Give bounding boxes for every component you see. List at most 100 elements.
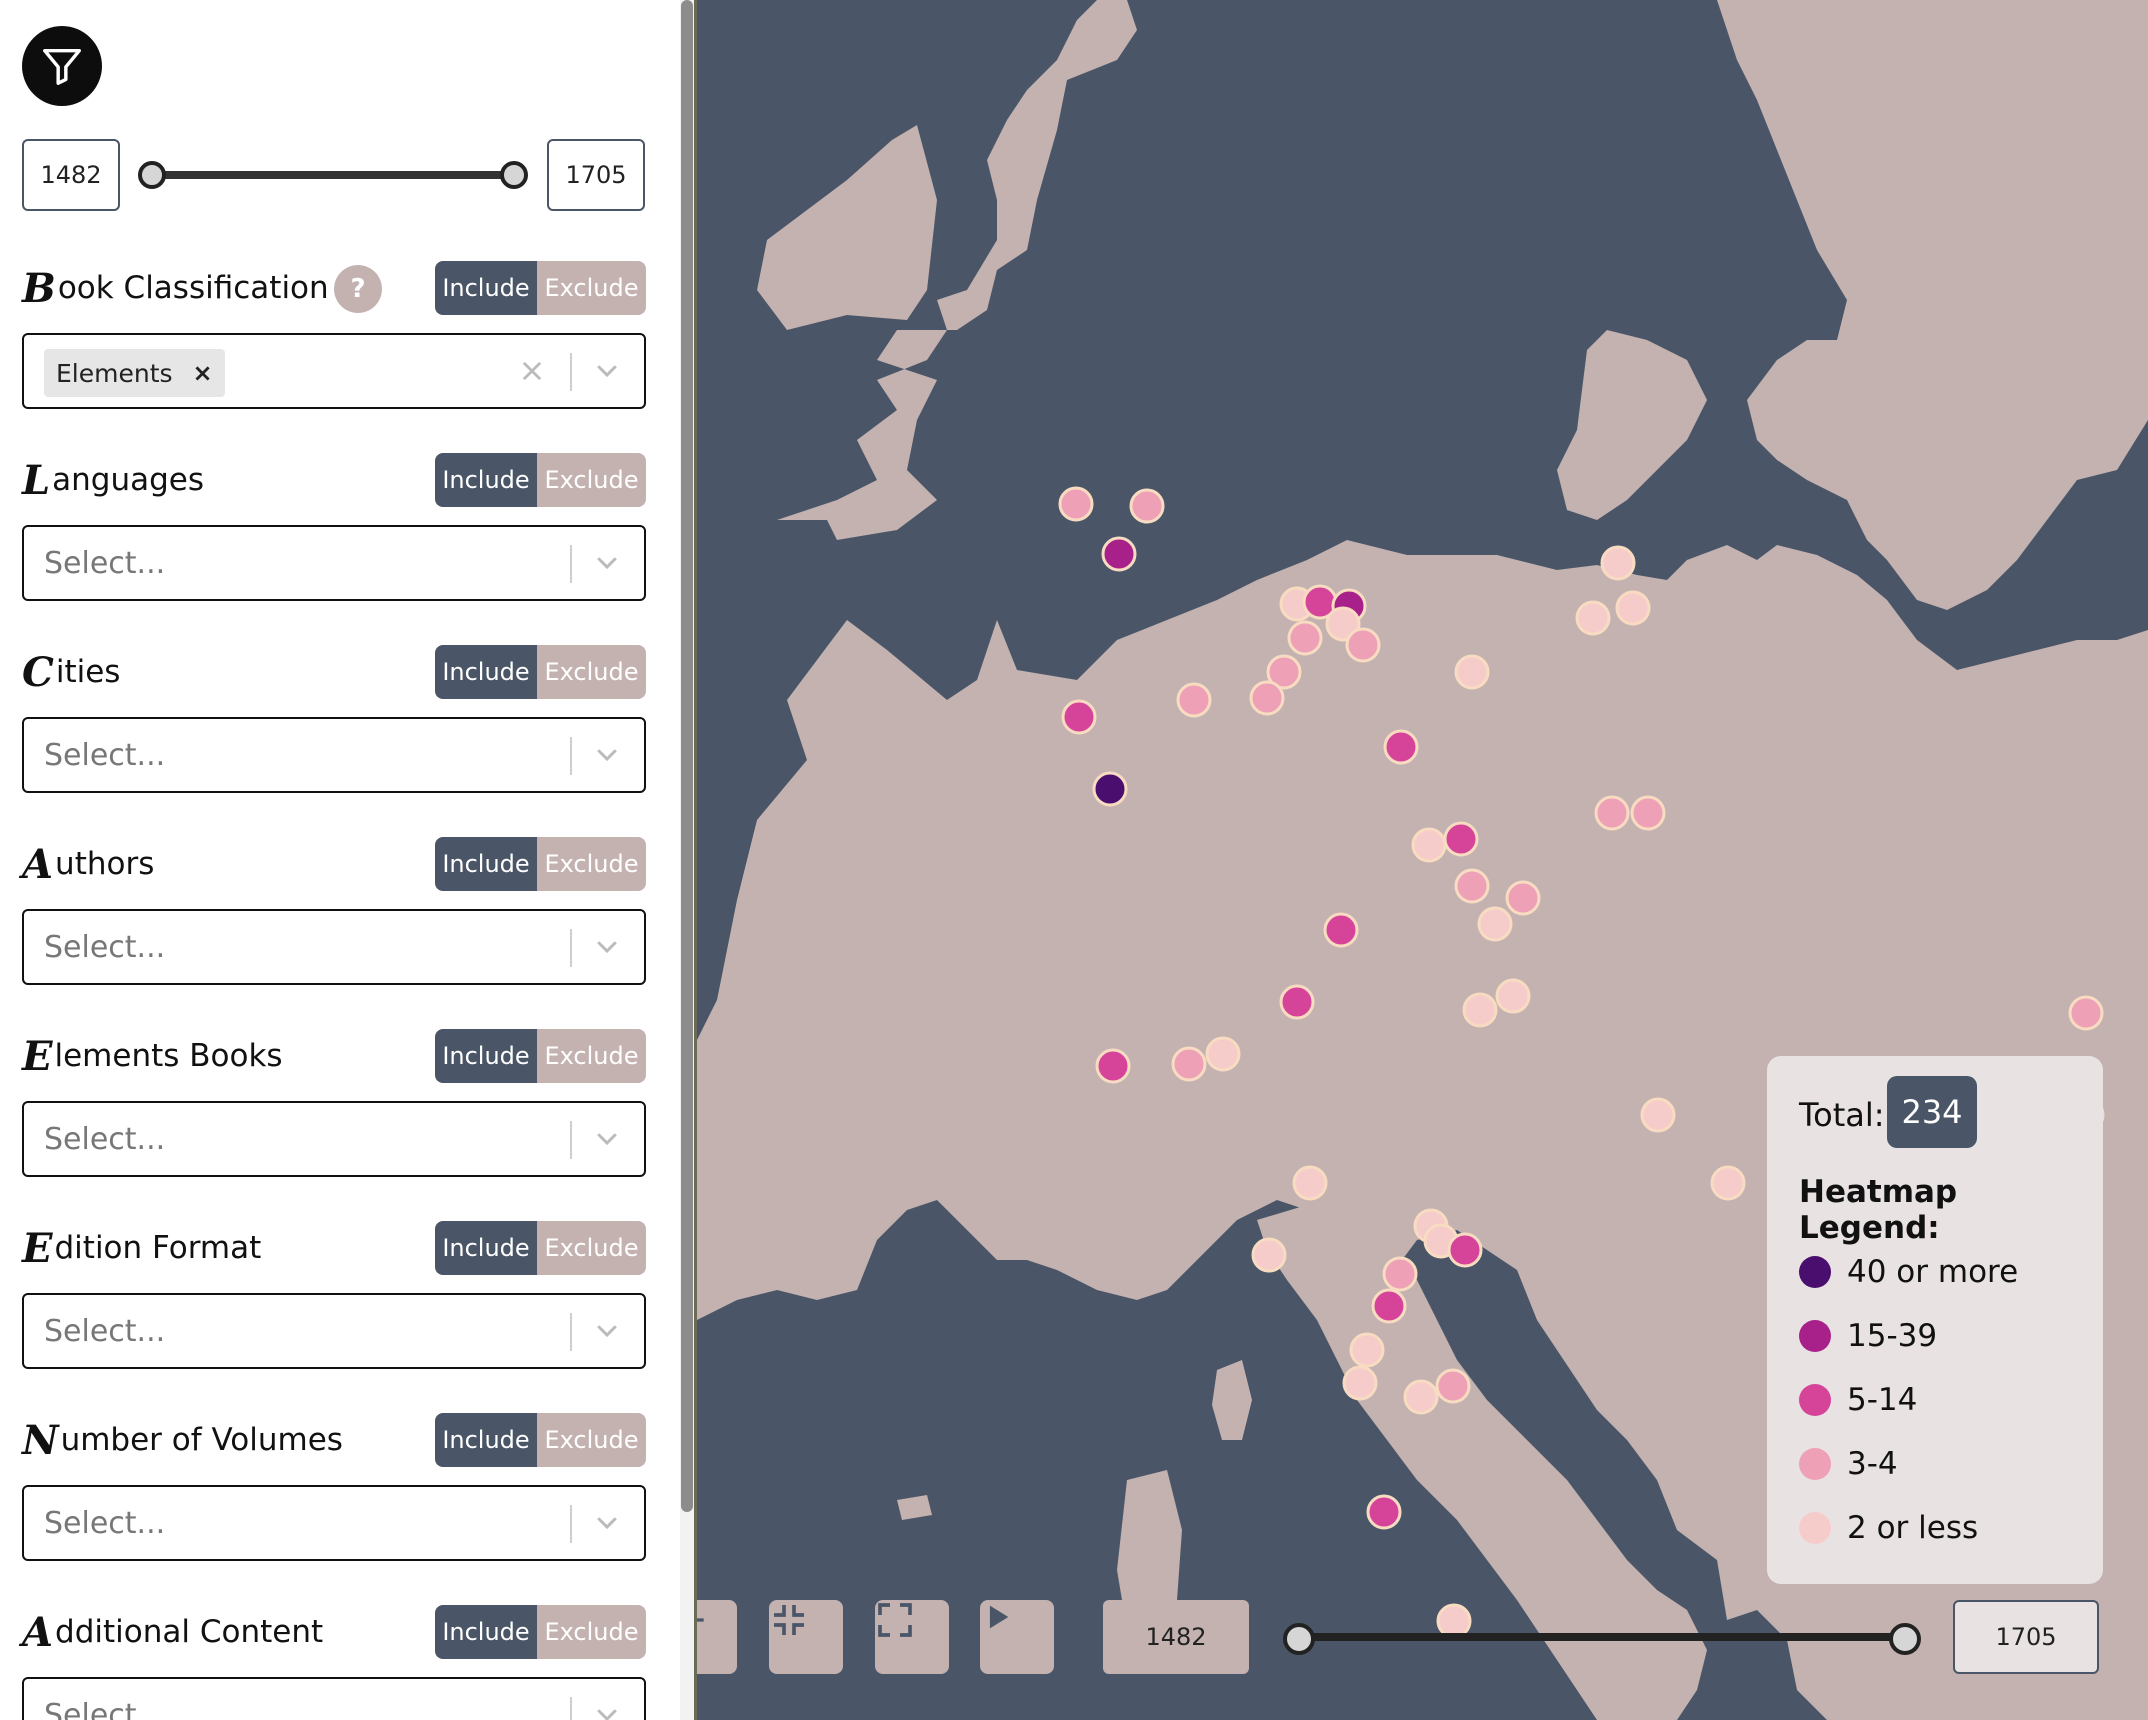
total-count-badge: 234 [1887,1076,1977,1148]
filter-toggle-button[interactable] [22,26,102,106]
sidebar-scrollbar-thumb[interactable] [681,0,693,1512]
city-marker[interactable] [1279,984,1315,1020]
city-marker[interactable] [1443,821,1479,857]
city-marker[interactable] [1129,488,1165,524]
chevron-down-icon[interactable] [592,547,622,577]
help-icon[interactable]: ? [334,265,382,313]
exclude-button[interactable]: Exclude [537,1413,646,1467]
city-marker[interactable] [1176,682,1212,718]
include-button[interactable]: Include [435,261,537,315]
book-classification-select[interactable]: Elements × [22,333,646,409]
city-marker[interactable] [1371,1288,1407,1324]
city-marker[interactable] [1251,1237,1287,1273]
chevron-down-icon[interactable] [592,1507,622,1537]
city-marker[interactable] [1342,1365,1378,1401]
play-button[interactable] [980,1600,1054,1674]
include-button[interactable]: Include [435,1605,537,1659]
timeline-track[interactable] [1297,1633,1903,1641]
collapse-button[interactable] [769,1600,843,1674]
exclude-button[interactable]: Exclude [537,645,646,699]
elements-books-select[interactable]: Select... [22,1101,646,1177]
city-marker[interactable] [1382,1256,1418,1292]
city-marker[interactable] [1287,620,1323,656]
city-marker[interactable] [1058,486,1094,522]
timeline-start-input[interactable]: 1482 [1103,1600,1249,1674]
city-marker[interactable] [1411,827,1447,863]
year-end-input[interactable]: 1705 [547,139,645,211]
include-button[interactable]: Include [435,453,537,507]
city-marker[interactable] [1205,1036,1241,1072]
authors-select[interactable]: Select... [22,909,646,985]
city-marker[interactable] [1710,1165,1746,1201]
exclude-button[interactable]: Exclude [537,1029,646,1083]
include-button[interactable]: Include [435,837,537,891]
chevron-down-icon[interactable] [592,1315,622,1345]
include-button[interactable]: Include [435,1029,537,1083]
clear-icon[interactable] [518,357,546,385]
city-marker[interactable] [1495,978,1531,1014]
city-marker[interactable] [1594,795,1630,831]
city-marker[interactable] [1447,1232,1483,1268]
exclude-button[interactable]: Exclude [537,261,646,315]
city-marker[interactable] [1366,1494,1402,1530]
city-marker[interactable] [1462,992,1498,1028]
city-marker[interactable] [1345,627,1381,663]
include-button[interactable]: Include [435,1221,537,1275]
city-marker[interactable] [1640,1097,1676,1133]
chevron-down-icon[interactable] [592,1123,622,1153]
city-marker[interactable] [1600,545,1636,581]
locate-button[interactable] [697,1600,737,1674]
timeline-start-handle[interactable] [1283,1623,1315,1655]
city-marker[interactable] [1403,1379,1439,1415]
number-of-volumes-select[interactable]: Select... [22,1485,646,1561]
city-marker[interactable] [1575,600,1611,636]
timeline-end-input[interactable]: 1705 [1953,1600,2099,1674]
chip-remove-icon[interactable]: × [193,359,213,387]
city-marker[interactable] [1101,536,1137,572]
exclude-button[interactable]: Exclude [537,1605,646,1659]
city-marker[interactable] [1061,699,1097,735]
year-start-input[interactable]: 1482 [22,139,120,211]
chevron-down-icon[interactable] [592,1699,622,1720]
city-marker[interactable] [1323,912,1359,948]
city-marker[interactable] [1435,1368,1471,1404]
additional-content-select[interactable]: Select... [22,1677,646,1720]
city-marker[interactable] [1249,680,1285,716]
city-marker[interactable] [1383,729,1419,765]
edition-format-select[interactable]: Select... [22,1293,646,1369]
city-marker[interactable] [1095,1048,1131,1084]
include-button[interactable]: Include [435,645,537,699]
expand-button[interactable] [875,1600,949,1674]
languages-select[interactable]: Select... [22,525,646,601]
section-title: Authors [22,840,155,888]
select-placeholder: Select... [44,929,166,965]
city-marker[interactable] [1092,771,1128,807]
selected-chip: Elements × [44,349,225,397]
chevron-down-icon[interactable] [592,931,622,961]
city-marker[interactable] [1477,906,1513,942]
timeline-end-handle[interactable] [1889,1623,1921,1655]
city-marker[interactable] [1454,654,1490,690]
city-marker[interactable] [1171,1046,1207,1082]
section-title: Number of Volumes [22,1416,343,1464]
exclude-button[interactable]: Exclude [537,453,646,507]
city-marker[interactable] [1630,795,1666,831]
city-marker[interactable] [1292,1165,1328,1201]
city-marker[interactable] [1454,868,1490,904]
funnel-icon [43,48,81,85]
city-marker[interactable] [1615,590,1651,626]
exclude-button[interactable]: Exclude [537,1221,646,1275]
city-marker[interactable] [2068,995,2104,1031]
exclude-button[interactable]: Exclude [537,837,646,891]
city-marker[interactable] [1349,1332,1385,1368]
play-icon [989,1605,1009,1629]
map-view[interactable]: 1482 1705 Total: 234 Heatmap Legend: 40 … [697,0,2148,1720]
chevron-down-icon[interactable] [592,355,622,385]
chevron-down-icon[interactable] [592,739,622,769]
cities-select[interactable]: Select... [22,717,646,793]
city-marker[interactable] [1505,880,1541,916]
include-button[interactable]: Include [435,1413,537,1467]
year-range-track[interactable] [152,171,514,179]
year-range-start-handle[interactable] [138,161,166,189]
year-range-end-handle[interactable] [500,161,528,189]
